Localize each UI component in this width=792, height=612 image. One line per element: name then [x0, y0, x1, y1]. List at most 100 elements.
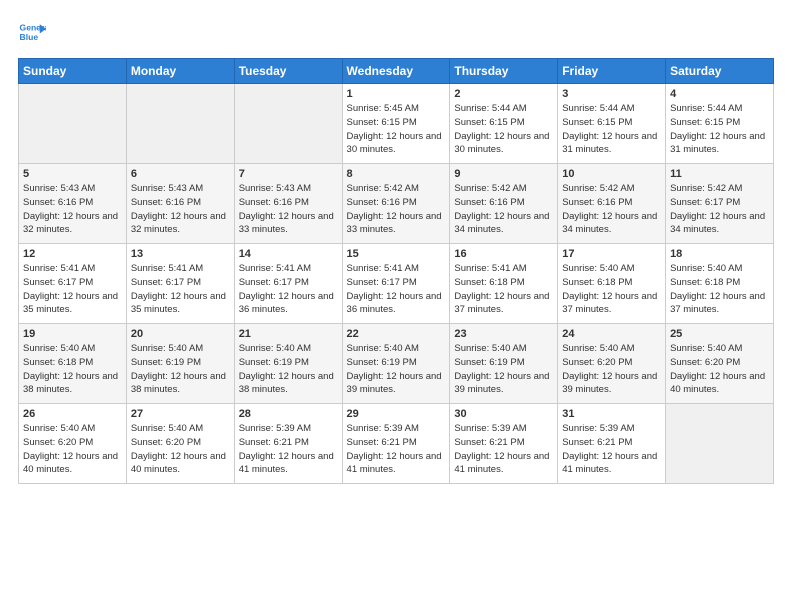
day-number: 29 — [347, 408, 446, 420]
table-row: 25 Sunrise: 5:40 AM Sunset: 6:20 PM Dayli… — [666, 324, 774, 404]
table-row: 17 Sunrise: 5:40 AM Sunset: 6:18 PM Dayli… — [558, 244, 666, 324]
day-number: 4 — [670, 88, 769, 100]
header-day-saturday: Saturday — [666, 59, 774, 84]
header-day-sunday: Sunday — [19, 59, 127, 84]
calendar-body: 1 Sunrise: 5:45 AM Sunset: 6:15 PM Daylig… — [19, 84, 774, 484]
day-info: Sunrise: 5:44 AM Sunset: 6:15 PM Dayligh… — [670, 102, 769, 157]
table-row: 28 Sunrise: 5:39 AM Sunset: 6:21 PM Dayli… — [234, 404, 342, 484]
week-row-1: 5 Sunrise: 5:43 AM Sunset: 6:16 PM Daylig… — [19, 164, 774, 244]
day-info: Sunrise: 5:41 AM Sunset: 6:17 PM Dayligh… — [131, 262, 230, 317]
week-row-4: 26 Sunrise: 5:40 AM Sunset: 6:20 PM Dayli… — [19, 404, 774, 484]
day-info: Sunrise: 5:39 AM Sunset: 6:21 PM Dayligh… — [562, 422, 661, 477]
table-row — [666, 404, 774, 484]
day-info: Sunrise: 5:40 AM Sunset: 6:19 PM Dayligh… — [131, 342, 230, 397]
week-row-3: 19Sunrise: 5:40 AM Sunset: 6:18 PM Dayli… — [19, 324, 774, 404]
header-day-monday: Monday — [126, 59, 234, 84]
day-number: 2 — [454, 88, 553, 100]
day-number: 5 — [23, 168, 122, 180]
table-row — [234, 84, 342, 164]
calendar-table: SundayMondayTuesdayWednesdayThursdayFrid… — [18, 58, 774, 484]
table-row — [19, 84, 127, 164]
table-row: 4 Sunrise: 5:44 AM Sunset: 6:15 PM Daylig… — [666, 84, 774, 164]
table-row: 15 Sunrise: 5:41 AM Sunset: 6:17 PM Dayli… — [342, 244, 450, 324]
day-number: 26 — [23, 408, 122, 420]
table-row: 21Sunrise: 5:40 AM Sunset: 6:19 PM Dayli… — [234, 324, 342, 404]
day-info: Sunrise: 5:44 AM Sunset: 6:15 PM Dayligh… — [562, 102, 661, 157]
table-row: 30 Sunrise: 5:39 AM Sunset: 6:21 PM Dayli… — [450, 404, 558, 484]
header-day-thursday: Thursday — [450, 59, 558, 84]
table-row: 24Sunrise: 5:40 AM Sunset: 6:20 PM Dayli… — [558, 324, 666, 404]
header-day-friday: Friday — [558, 59, 666, 84]
page: General Blue SundayMondayTuesdayWednesda… — [0, 0, 792, 612]
day-info: Sunrise: 5:42 AM Sunset: 6:17 PM Dayligh… — [670, 182, 769, 237]
table-row — [126, 84, 234, 164]
day-number: 13 — [131, 248, 230, 260]
day-number: 30 — [454, 408, 553, 420]
day-number: 11 — [670, 168, 769, 180]
day-info: Sunrise: 5:39 AM Sunset: 6:21 PM Dayligh… — [347, 422, 446, 477]
day-number: 20 — [131, 328, 230, 340]
week-row-0: 1 Sunrise: 5:45 AM Sunset: 6:15 PM Daylig… — [19, 84, 774, 164]
day-number: 16 — [454, 248, 553, 260]
calendar-header: SundayMondayTuesdayWednesdayThursdayFrid… — [19, 59, 774, 84]
table-row: 3 Sunrise: 5:44 AM Sunset: 6:15 PM Daylig… — [558, 84, 666, 164]
day-info: Sunrise: 5:42 AM Sunset: 6:16 PM Dayligh… — [562, 182, 661, 237]
day-info: Sunrise: 5:40 AM Sunset: 6:19 PM Dayligh… — [347, 342, 446, 397]
table-row: 6Sunrise: 5:43 AM Sunset: 6:16 PM Daylig… — [126, 164, 234, 244]
day-number: 25 — [670, 328, 769, 340]
table-row: 5Sunrise: 5:43 AM Sunset: 6:16 PM Daylig… — [19, 164, 127, 244]
table-row: 12 Sunrise: 5:41 AM Sunset: 6:17 PM Dayli… — [19, 244, 127, 324]
table-row: 14Sunrise: 5:41 AM Sunset: 6:17 PM Dayli… — [234, 244, 342, 324]
table-row: 26 Sunrise: 5:40 AM Sunset: 6:20 PM Dayli… — [19, 404, 127, 484]
day-info: Sunrise: 5:45 AM Sunset: 6:15 PM Dayligh… — [347, 102, 446, 157]
day-info: Sunrise: 5:42 AM Sunset: 6:16 PM Dayligh… — [347, 182, 446, 237]
table-row: 8 Sunrise: 5:42 AM Sunset: 6:16 PM Daylig… — [342, 164, 450, 244]
table-row: 29 Sunrise: 5:39 AM Sunset: 6:21 PM Dayli… — [342, 404, 450, 484]
day-info: Sunrise: 5:40 AM Sunset: 6:19 PM Dayligh… — [239, 342, 338, 397]
header-row: SundayMondayTuesdayWednesdayThursdayFrid… — [19, 59, 774, 84]
day-number: 17 — [562, 248, 661, 260]
day-number: 6 — [131, 168, 230, 180]
day-info: Sunrise: 5:42 AM Sunset: 6:16 PM Dayligh… — [454, 182, 553, 237]
day-number: 31 — [562, 408, 661, 420]
table-row: 2Sunrise: 5:44 AM Sunset: 6:15 PM Daylig… — [450, 84, 558, 164]
day-info: Sunrise: 5:39 AM Sunset: 6:21 PM Dayligh… — [454, 422, 553, 477]
table-row: 10Sunrise: 5:42 AM Sunset: 6:16 PM Dayli… — [558, 164, 666, 244]
day-number: 27 — [131, 408, 230, 420]
day-info: Sunrise: 5:41 AM Sunset: 6:17 PM Dayligh… — [23, 262, 122, 317]
day-number: 23 — [454, 328, 553, 340]
logo: General Blue — [18, 18, 50, 46]
table-row: 9Sunrise: 5:42 AM Sunset: 6:16 PM Daylig… — [450, 164, 558, 244]
day-info: Sunrise: 5:41 AM Sunset: 6:17 PM Dayligh… — [347, 262, 446, 317]
day-number: 3 — [562, 88, 661, 100]
logo-icon: General Blue — [18, 18, 46, 46]
day-info: Sunrise: 5:40 AM Sunset: 6:19 PM Dayligh… — [454, 342, 553, 397]
day-number: 15 — [347, 248, 446, 260]
table-row: 22Sunrise: 5:40 AM Sunset: 6:19 PM Dayli… — [342, 324, 450, 404]
day-number: 28 — [239, 408, 338, 420]
day-number: 18 — [670, 248, 769, 260]
table-row: 16 Sunrise: 5:41 AM Sunset: 6:18 PM Dayli… — [450, 244, 558, 324]
week-row-2: 12 Sunrise: 5:41 AM Sunset: 6:17 PM Dayli… — [19, 244, 774, 324]
day-info: Sunrise: 5:40 AM Sunset: 6:20 PM Dayligh… — [23, 422, 122, 477]
table-row: 7Sunrise: 5:43 AM Sunset: 6:16 PM Daylig… — [234, 164, 342, 244]
table-row: 13 Sunrise: 5:41 AM Sunset: 6:17 PM Dayli… — [126, 244, 234, 324]
table-row: 11 Sunrise: 5:42 AM Sunset: 6:17 PM Dayli… — [666, 164, 774, 244]
table-row: 27 Sunrise: 5:40 AM Sunset: 6:20 PM Dayli… — [126, 404, 234, 484]
header-day-tuesday: Tuesday — [234, 59, 342, 84]
day-number: 14 — [239, 248, 338, 260]
day-info: Sunrise: 5:40 AM Sunset: 6:18 PM Dayligh… — [562, 262, 661, 317]
day-number: 12 — [23, 248, 122, 260]
day-info: Sunrise: 5:40 AM Sunset: 6:20 PM Dayligh… — [670, 342, 769, 397]
header: General Blue — [18, 18, 774, 46]
day-number: 8 — [347, 168, 446, 180]
day-number: 1 — [347, 88, 446, 100]
day-number: 24 — [562, 328, 661, 340]
day-info: Sunrise: 5:41 AM Sunset: 6:18 PM Dayligh… — [454, 262, 553, 317]
table-row: 31 Sunrise: 5:39 AM Sunset: 6:21 PM Dayli… — [558, 404, 666, 484]
day-info: Sunrise: 5:43 AM Sunset: 6:16 PM Dayligh… — [239, 182, 338, 237]
day-info: Sunrise: 5:39 AM Sunset: 6:21 PM Dayligh… — [239, 422, 338, 477]
header-day-wednesday: Wednesday — [342, 59, 450, 84]
table-row: 19Sunrise: 5:40 AM Sunset: 6:18 PM Dayli… — [19, 324, 127, 404]
day-info: Sunrise: 5:40 AM Sunset: 6:20 PM Dayligh… — [131, 422, 230, 477]
